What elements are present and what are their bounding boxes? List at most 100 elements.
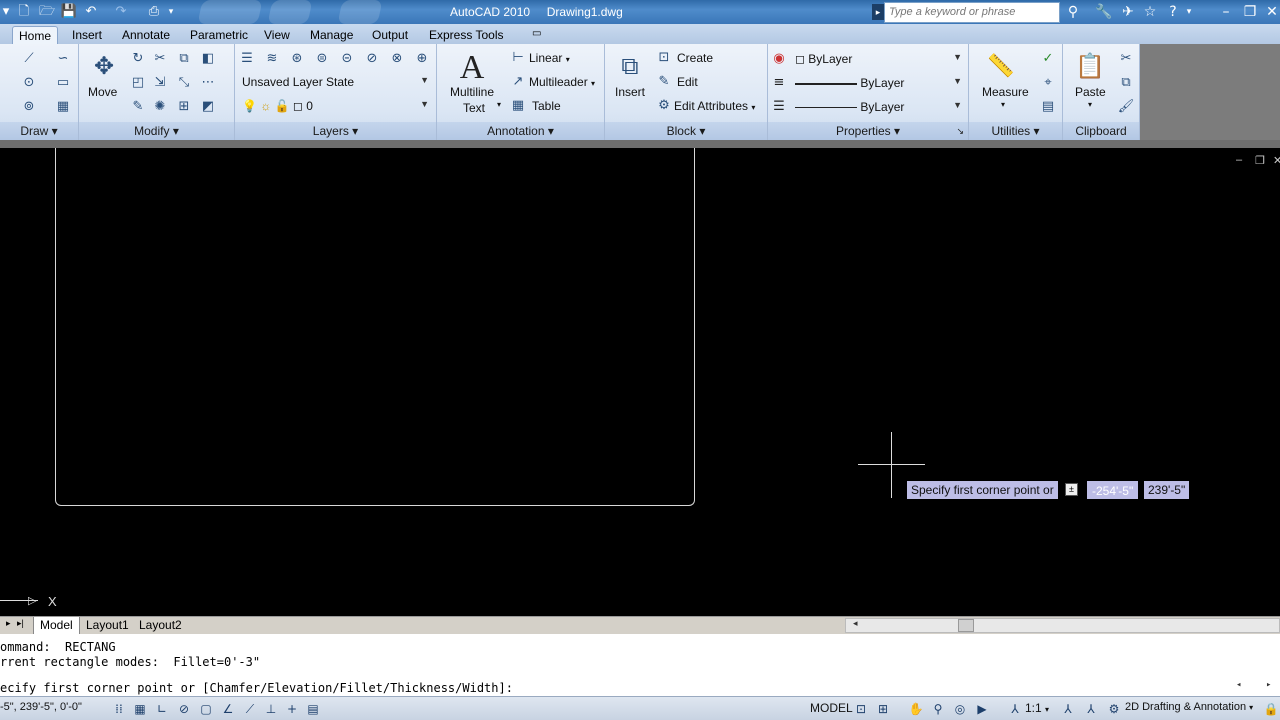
horizontal-scrollbar[interactable] bbox=[845, 618, 1280, 633]
annotation-visibility-icon[interactable]: ⅄ bbox=[1059, 700, 1077, 718]
edit-block-button[interactable]: Edit bbox=[677, 75, 698, 89]
pan-icon[interactable]: ✋ bbox=[907, 700, 925, 718]
ribbon-minimize-icon[interactable]: ▭ bbox=[526, 26, 547, 44]
calculator-icon[interactable]: ▤ bbox=[1039, 98, 1057, 116]
move-button-label[interactable]: Move bbox=[88, 85, 117, 99]
layout-tab-model[interactable]: Model bbox=[33, 617, 80, 635]
multiline-text-icon[interactable]: A bbox=[457, 50, 487, 86]
table-icon[interactable]: ▦ bbox=[509, 97, 527, 115]
move-icon[interactable]: ✥ bbox=[91, 52, 117, 80]
layer-isolate-icon[interactable]: ⊘ bbox=[363, 50, 381, 68]
lock-ui-icon[interactable]: 🔒 bbox=[1262, 700, 1280, 718]
rotate-icon[interactable]: ↻ bbox=[129, 50, 147, 68]
coord-x-input[interactable]: -254'-5" bbox=[1087, 481, 1139, 499]
coord-y-input[interactable]: 239'-5" bbox=[1144, 481, 1190, 499]
explode-icon[interactable]: ✺ bbox=[151, 98, 169, 116]
layer-previous-icon[interactable]: ⊝ bbox=[338, 50, 356, 68]
paste-button-label[interactable]: Paste bbox=[1075, 85, 1106, 99]
cut-icon[interactable]: ✂ bbox=[1117, 50, 1135, 68]
measure-dropdown-icon[interactable]: ▾ bbox=[1001, 100, 1005, 109]
command-prompt-line[interactable]: ecify first corner point or [Chamfer/Ele… bbox=[0, 681, 513, 695]
command-scroll-down-icon[interactable]: ▸ bbox=[1266, 680, 1271, 690]
multiline-text-dropdown-icon[interactable]: ▾ bbox=[497, 100, 501, 109]
auto-scale-icon[interactable]: ⅄ bbox=[1082, 700, 1100, 718]
create-block-icon[interactable]: ⊡ bbox=[655, 49, 673, 67]
utilities-panel-label[interactable]: Utilities ▾ bbox=[969, 122, 1062, 140]
color-dropdown[interactable]: ◻ ByLayer ▼ bbox=[790, 49, 966, 69]
linetype-icon[interactable]: ☰ bbox=[770, 98, 788, 116]
properties-panel-label[interactable]: Properties ▾ ↘ bbox=[768, 122, 968, 140]
ellipse-icon[interactable]: ⊚ bbox=[20, 98, 38, 116]
draw-panel-label[interactable]: Draw ▾ bbox=[0, 122, 78, 140]
search-input[interactable]: Type a keyword or phrase bbox=[884, 2, 1060, 23]
tab-output[interactable]: Output bbox=[366, 26, 414, 44]
viewport-minimize-icon[interactable]: – bbox=[1236, 154, 1242, 166]
rectangle-icon[interactable]: ▭ bbox=[54, 74, 72, 92]
hatch-icon[interactable]: ▦ bbox=[54, 98, 72, 116]
match-properties-icon[interactable]: 🖌 bbox=[1117, 98, 1135, 116]
app-menu-icon[interactable]: ▾ bbox=[0, 3, 12, 21]
favorites-star-icon[interactable]: ☆ bbox=[1140, 3, 1160, 21]
plot-icon[interactable]: ⎙ bbox=[145, 3, 163, 21]
quick-select-icon[interactable]: ⌖ bbox=[1039, 74, 1057, 92]
linear-dimension-icon[interactable]: ⊢ bbox=[509, 49, 527, 67]
scroll-left-icon[interactable]: ◂ bbox=[853, 618, 858, 629]
help-icon[interactable]: ? bbox=[1163, 3, 1183, 21]
snap-mode-icon[interactable]: ⁞⁞ bbox=[110, 700, 128, 718]
erase-icon[interactable]: ✎ bbox=[129, 98, 147, 116]
search-expand-icon[interactable]: ▸ bbox=[872, 4, 884, 20]
trim-icon[interactable]: ✂ bbox=[151, 50, 169, 68]
insert-block-label[interactable]: Insert bbox=[615, 85, 645, 99]
coordinate-readout[interactable]: -5", 239'-5", 0'-0" bbox=[0, 701, 82, 713]
workspace-switch[interactable]: 2D Drafting & Annotation ▾ bbox=[1125, 701, 1253, 713]
tab-parametric[interactable]: Parametric bbox=[184, 26, 254, 44]
zoom-icon[interactable]: ⚲ bbox=[929, 700, 947, 718]
match-color-icon[interactable]: ◉ bbox=[770, 50, 788, 68]
close-window-icon[interactable]: ✕ bbox=[1264, 3, 1280, 21]
modify-panel-label[interactable]: Modify ▾ bbox=[79, 122, 234, 140]
layer-freeze-icon[interactable]: ⊕ bbox=[413, 50, 431, 68]
edit-attributes-icon[interactable]: ⚙ bbox=[655, 97, 673, 115]
workspace-gear-icon[interactable]: ⚙ bbox=[1105, 700, 1123, 718]
tab-express-tools[interactable]: Express Tools bbox=[423, 26, 509, 44]
layer-unisolate-icon[interactable]: ⊗ bbox=[388, 50, 406, 68]
model-space-toggle[interactable]: MODEL bbox=[810, 701, 853, 715]
polyline-icon[interactable]: ⟋ bbox=[20, 50, 38, 68]
multileader-button[interactable]: Multileader ▾ bbox=[529, 75, 595, 89]
command-scroll-up-icon[interactable]: ◂ bbox=[1236, 680, 1241, 690]
subscription-key-icon[interactable]: 🔧 bbox=[1094, 3, 1114, 21]
redo-icon[interactable]: ↷ bbox=[112, 3, 130, 21]
clipboard-panel-label[interactable]: Clipboard bbox=[1063, 122, 1139, 140]
measure-button-label[interactable]: Measure bbox=[982, 85, 1029, 99]
quick-view-drawings-icon[interactable]: ⊞ bbox=[874, 700, 892, 718]
edit-attributes-button[interactable]: Edit Attributes ▾ bbox=[674, 99, 755, 113]
annotation-panel-label[interactable]: Annotation ▾ bbox=[437, 122, 604, 140]
array-icon[interactable]: ⋯ bbox=[199, 74, 217, 92]
quick-calc-icon[interactable]: ✓ bbox=[1039, 50, 1057, 68]
dynamic-input-icon[interactable]: ⊥ bbox=[262, 700, 280, 718]
new-file-icon[interactable]: 🗋 bbox=[15, 3, 33, 21]
table-button[interactable]: Table bbox=[532, 99, 561, 113]
edit-block-icon[interactable]: ✎ bbox=[655, 73, 673, 91]
layer-properties-icon[interactable]: ☰ bbox=[238, 50, 256, 68]
tab-manage[interactable]: Manage bbox=[304, 26, 359, 44]
offset-icon[interactable]: ⊞ bbox=[175, 98, 193, 116]
ortho-mode-icon[interactable]: ∟ bbox=[153, 700, 171, 718]
make-current-icon[interactable]: ⊛ bbox=[288, 50, 306, 68]
help-dropdown-icon[interactable]: ▾ bbox=[1183, 3, 1195, 21]
chamfer-icon[interactable]: ◩ bbox=[199, 98, 217, 116]
object-snap-icon[interactable]: ▢ bbox=[197, 700, 215, 718]
restore-window-icon[interactable]: ❐ bbox=[1240, 3, 1260, 21]
drawn-rectangle[interactable] bbox=[55, 148, 695, 506]
grid-display-icon[interactable]: ▦ bbox=[131, 700, 149, 718]
measure-icon[interactable]: 📏 bbox=[985, 54, 1017, 80]
lineweight-dropdown[interactable]: ByLayer ▼ bbox=[790, 73, 966, 93]
layer-state-icon[interactable]: ≋ bbox=[263, 50, 281, 68]
tab-insert[interactable]: Insert bbox=[66, 26, 108, 44]
communication-icon[interactable]: ✈ bbox=[1118, 3, 1138, 21]
quick-properties-icon[interactable]: ▤ bbox=[304, 700, 322, 718]
linear-button[interactable]: Linear ▾ bbox=[529, 51, 570, 65]
minimize-window-icon[interactable]: – bbox=[1216, 3, 1236, 21]
steering-wheel-icon[interactable]: ◎ bbox=[951, 700, 969, 718]
layer-match-icon[interactable]: ⊜ bbox=[313, 50, 331, 68]
